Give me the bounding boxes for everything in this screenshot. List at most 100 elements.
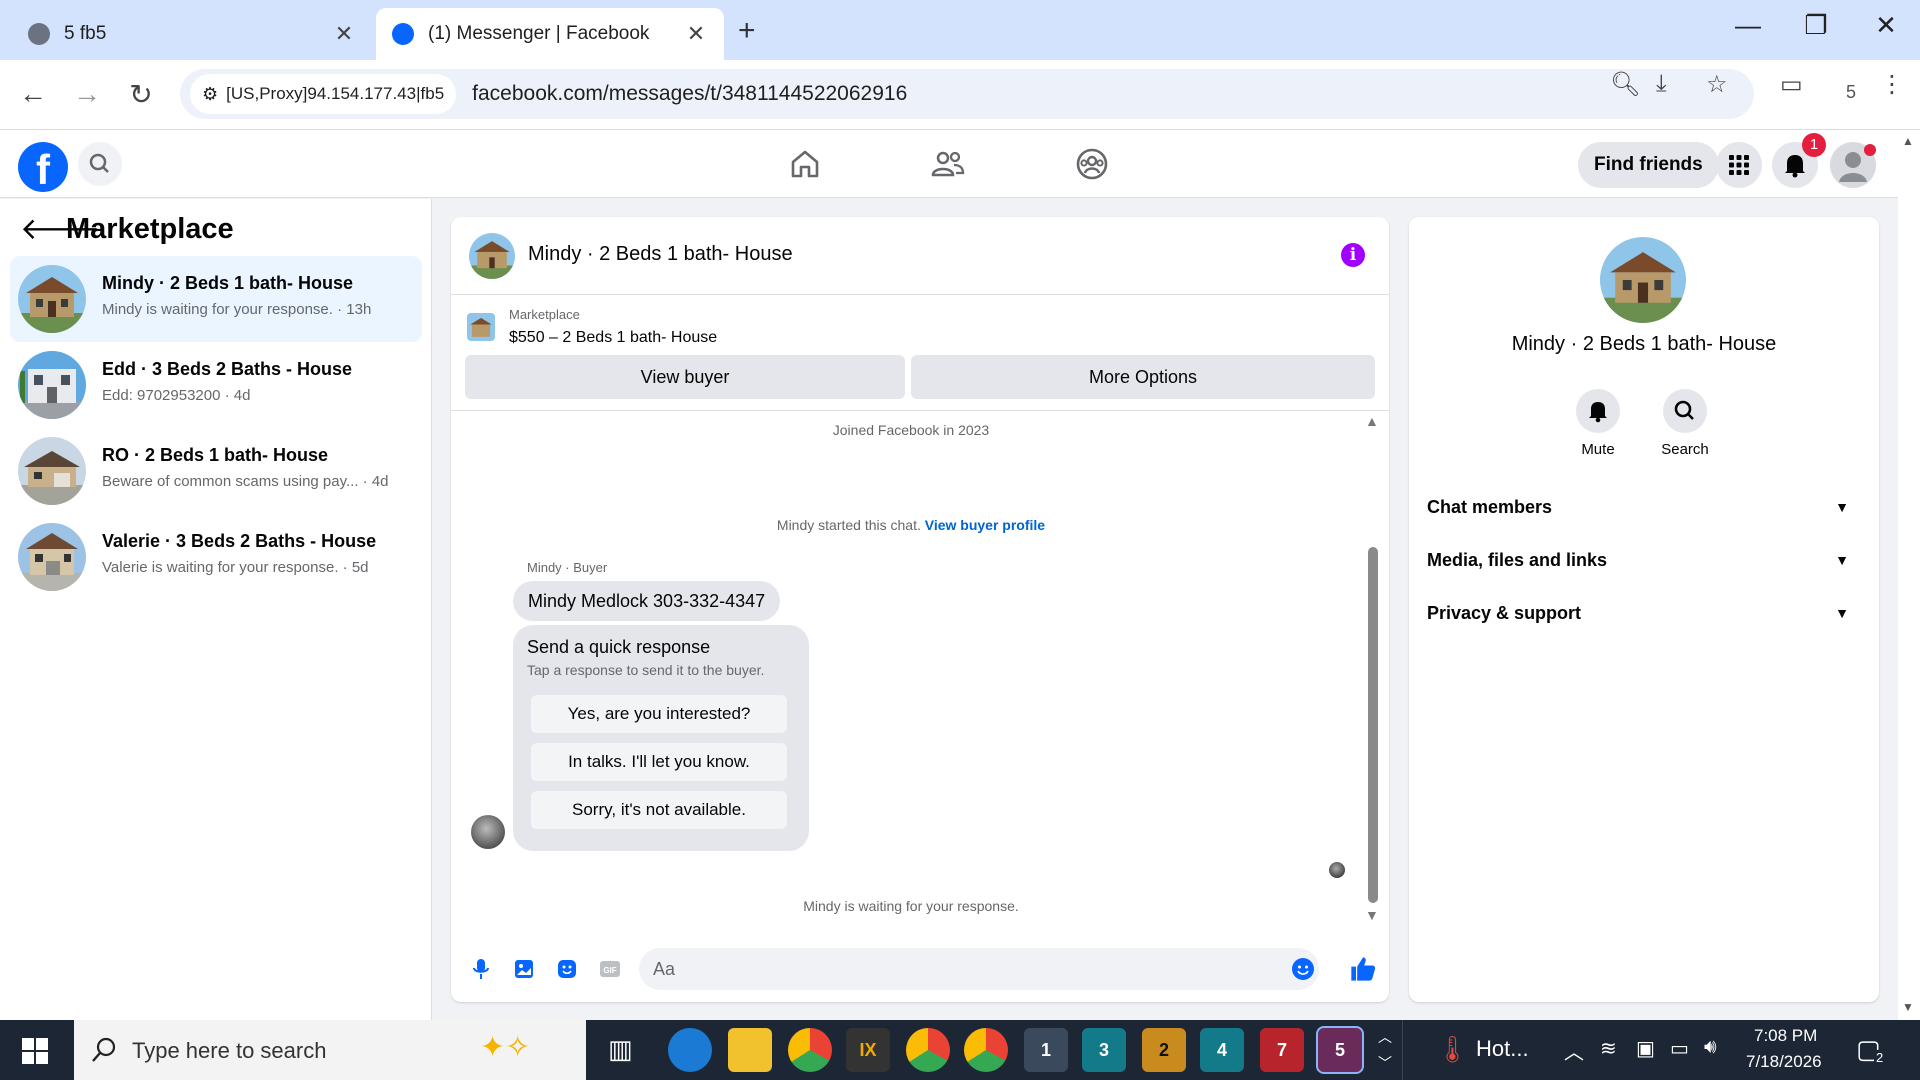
search-conversation-button[interactable]: [1663, 389, 1707, 433]
file-explorer-icon[interactable]: [728, 1028, 772, 1072]
gif-icon[interactable]: GIF: [598, 957, 622, 981]
facebook-search-button[interactable]: [78, 142, 122, 186]
section-chat-members[interactable]: Chat members ▼: [1427, 481, 1859, 533]
quick-response-option[interactable]: In talks. I'll let you know.: [531, 743, 787, 781]
details-name: Mindy · 2 Beds 1 bath- House: [1511, 333, 1777, 355]
profile-count[interactable]: 5: [1846, 82, 1856, 103]
browser-menu-icon[interactable]: ⋮: [1880, 70, 1904, 99]
windows-start-icon[interactable]: [22, 1038, 48, 1064]
close-window-button[interactable]: ✕: [1866, 10, 1906, 41]
wifi-icon[interactable]: ≋: [1600, 1036, 1617, 1061]
forward-button[interactable]: →: [70, 78, 104, 110]
restore-button[interactable]: ❐: [1796, 10, 1836, 41]
weather-widget[interactable]: Hot...: [1476, 1036, 1529, 1062]
section-label: Chat members: [1427, 497, 1553, 517]
conversation-item-ro[interactable]: RO · 2 Beds 1 bath- House Beware of comm…: [10, 428, 422, 514]
browser-profile-4-icon[interactable]: 4: [1200, 1028, 1244, 1072]
conversation-item-mindy[interactable]: Mindy · 2 Beds 1 bath- House Mindy is wa…: [10, 256, 422, 342]
search-action[interactable]: Search: [1640, 389, 1730, 458]
reload-button[interactable]: ↻: [124, 78, 158, 111]
taskbar-search-placeholder: Type here to search: [132, 1038, 327, 1063]
groups-icon[interactable]: [1074, 146, 1110, 182]
chat-avatar[interactable]: [469, 233, 515, 279]
search-icon: [1674, 400, 1694, 420]
battery-icon[interactable]: ▭: [1670, 1036, 1689, 1061]
page-scrollbar[interactable]: ▲ ▼: [1898, 130, 1920, 1020]
divider: [451, 410, 1389, 411]
taskbar-overflow-chevrons-icon[interactable]: ︿ ﹀: [1378, 1024, 1392, 1076]
quick-response-card: Send a quick response Tap a response to …: [513, 625, 809, 851]
close-tab-icon[interactable]: ✕: [332, 21, 356, 47]
edge-icon[interactable]: [668, 1028, 712, 1072]
volume-icon[interactable]: 🔊︎: [1704, 1036, 1717, 1059]
mute-button[interactable]: [1576, 389, 1620, 433]
browser-profile-3-icon[interactable]: 3: [1082, 1028, 1126, 1072]
microphone-icon[interactable]: [469, 957, 493, 981]
site-info-chip[interactable]: ⚙ [US,Proxy]94.154.177.43|fb5: [190, 74, 457, 114]
more-options-button[interactable]: More Options: [911, 355, 1375, 399]
find-friends-button[interactable]: Find friends: [1578, 142, 1719, 188]
details-avatar[interactable]: [1600, 237, 1686, 323]
friends-icon[interactable]: [930, 146, 966, 182]
sticker-icon[interactable]: [555, 957, 579, 981]
conversation-details-panel: Mindy · 2 Beds 1 bath- House Mute Search…: [1409, 217, 1879, 1002]
scroll-up-arrow-icon[interactable]: ▲: [1365, 413, 1379, 429]
tray-chevron-up-icon[interactable]: ︿: [1564, 1036, 1584, 1065]
chevron-down-icon: ▼: [1835, 552, 1849, 568]
photo-icon[interactable]: [512, 957, 536, 981]
menu-grid-button[interactable]: [1716, 142, 1762, 188]
chevron-down-icon: ▼: [1835, 499, 1849, 515]
joined-info: Joined Facebook in 2023: [832, 422, 990, 438]
url-text[interactable]: facebook.com/messages/t/3481144522062916: [472, 82, 907, 106]
sender-label: Mindy · Buyer: [527, 560, 608, 575]
quick-response-option[interactable]: Sorry, it's not available.: [531, 791, 787, 829]
browser-profile-1-icon[interactable]: 1: [1024, 1028, 1068, 1072]
sender-avatar[interactable]: [471, 815, 505, 849]
message-input[interactable]: [639, 948, 1319, 990]
close-tab-icon[interactable]: ✕: [684, 21, 708, 47]
browser-profile-2-icon[interactable]: 2: [1142, 1028, 1186, 1072]
bookmark-star-icon[interactable]: ☆: [1706, 70, 1728, 99]
listing-avatar: [18, 351, 86, 419]
chat-title[interactable]: Mindy · 2 Beds 1 bath- House: [528, 243, 793, 266]
conversation-item-edd[interactable]: Edd · 3 Beds 2 Baths - House Edd: 970295…: [10, 342, 422, 428]
taskbar-search-box[interactable]: Type here to search ✦✧: [74, 1020, 586, 1080]
chrome-profile-icon[interactable]: [906, 1028, 950, 1072]
thumbs-up-icon[interactable]: [1349, 955, 1377, 983]
ixbrowser-icon[interactable]: IX: [846, 1028, 890, 1072]
address-bar[interactable]: ⚙ [US,Proxy]94.154.177.43|fb5 facebook.c…: [180, 69, 1754, 119]
clock-date[interactable]: 7/18/2026: [1746, 1052, 1822, 1072]
view-buyer-button[interactable]: View buyer: [465, 355, 905, 399]
back-button[interactable]: ←: [16, 78, 50, 110]
install-app-icon[interactable]: ⤓: [1656, 70, 1667, 98]
mute-action[interactable]: Mute: [1553, 389, 1643, 458]
meet-now-icon[interactable]: ▣: [1636, 1036, 1655, 1061]
quick-response-option[interactable]: Yes, are you interested?: [531, 695, 787, 733]
emoji-icon[interactable]: [1291, 957, 1315, 981]
notification-count-badge: 2: [1874, 1050, 1886, 1065]
browser-tab-messenger[interactable]: (1) Messenger | Facebook ✕: [376, 8, 724, 60]
browser-profile-7-icon[interactable]: 7: [1260, 1028, 1304, 1072]
task-view-icon[interactable]: ▥: [608, 1034, 633, 1065]
browser-tab-fb5[interactable]: 5 fb5 ✕: [12, 8, 372, 60]
scroll-down-arrow-icon[interactable]: ▼: [1902, 1000, 1914, 1014]
browser-profile-5-icon[interactable]: 5: [1316, 1026, 1364, 1074]
home-icon[interactable]: [787, 146, 823, 182]
zoom-icon[interactable]: 🔍︎: [1610, 70, 1640, 99]
section-privacy-support[interactable]: Privacy & support ▼: [1427, 587, 1859, 639]
tab-search-icon[interactable]: ▭: [1780, 70, 1803, 99]
scroll-up-arrow-icon[interactable]: ▲: [1902, 134, 1914, 148]
new-tab-button[interactable]: +: [738, 14, 756, 48]
clock-time[interactable]: 7:08 PM: [1754, 1026, 1817, 1046]
conversation-name: RO · 2 Beds 1 bath- House: [102, 445, 329, 465]
minimize-button[interactable]: —: [1728, 10, 1768, 41]
conversation-info-icon[interactable]: i: [1341, 243, 1365, 267]
chat-scrollbar[interactable]: [1368, 547, 1378, 903]
conversation-item-valerie[interactable]: Valerie · 3 Beds 2 Baths - House Valerie…: [10, 514, 422, 600]
conversation-preview: Valerie is waiting for your response. · …: [102, 559, 369, 576]
chrome-icon[interactable]: [788, 1028, 832, 1072]
view-buyer-profile-link[interactable]: View buyer profile: [925, 517, 1045, 533]
section-media-files-links[interactable]: Media, files and links ▼: [1427, 534, 1859, 586]
facebook-logo-icon[interactable]: f: [18, 142, 68, 193]
chrome-profile-icon[interactable]: [964, 1028, 1008, 1072]
